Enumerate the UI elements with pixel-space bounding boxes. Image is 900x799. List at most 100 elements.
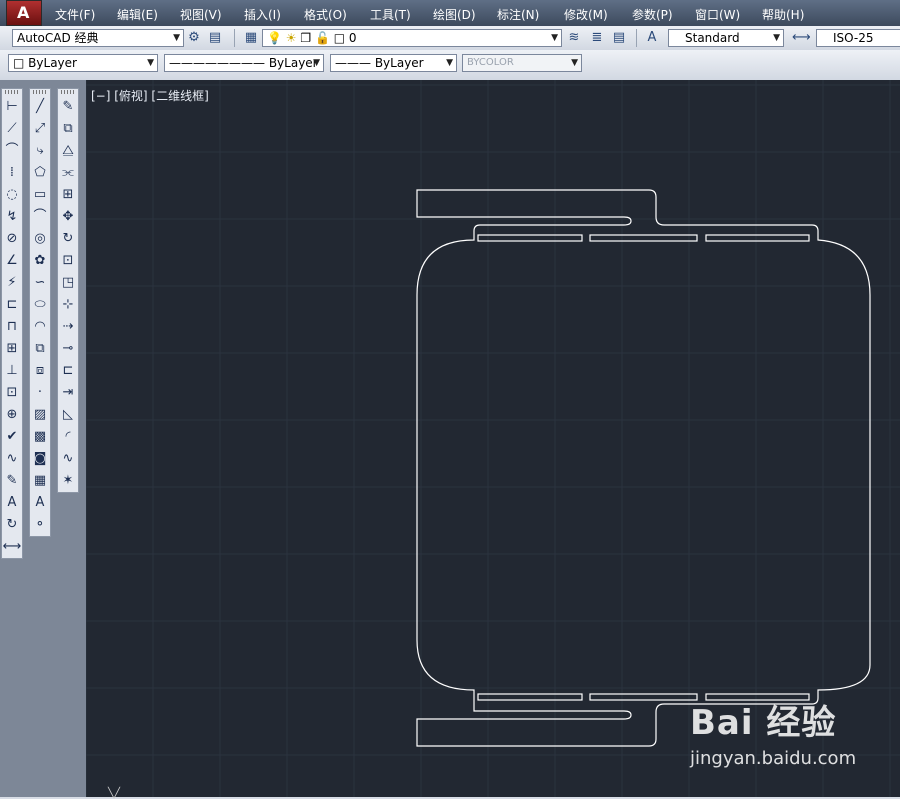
spline-icon[interactable]: ∽ [30, 272, 50, 294]
dimension-edit-icon[interactable]: ✎ [2, 470, 22, 492]
explode-icon[interactable]: ✶ [58, 470, 78, 492]
color-select[interactable]: □ ByLayer ▼ [8, 54, 158, 72]
inspection-icon[interactable]: ✔ [2, 426, 22, 448]
point-icon[interactable]: · [30, 382, 50, 404]
dimension-style-icon[interactable]: ⟷ [2, 536, 22, 558]
arc-length-icon[interactable]: ⌒ [2, 140, 22, 162]
mirror-icon[interactable]: ⧋ [58, 140, 78, 162]
gradient-icon[interactable]: ▩ [30, 426, 50, 448]
menu-format[interactable]: 格式(O) [304, 6, 347, 23]
polygon-icon[interactable]: ⬠ [30, 162, 50, 184]
aligned-dimension-icon[interactable]: ⟋ [2, 118, 22, 140]
offset-icon[interactable]: ⫘ [58, 162, 78, 184]
jogged-dimension-icon[interactable]: ↯ [2, 206, 22, 228]
angular-dimension-icon[interactable]: ∠ [2, 250, 22, 272]
move-icon[interactable]: ✥ [58, 206, 78, 228]
region-icon[interactable]: ◙ [30, 448, 50, 470]
workspace-toggle-icon[interactable]: ▤ [207, 30, 223, 46]
baidu-watermark: Bai 经验 jingyan.baidu.com [690, 695, 856, 769]
array-icon[interactable]: ⊞ [58, 184, 78, 206]
multiline-text-icon[interactable]: A [30, 492, 50, 514]
break-at-point-icon[interactable]: ⊸ [58, 338, 78, 360]
jogged-linear-icon[interactable]: ∿ [2, 448, 22, 470]
menu-view[interactable]: 视图(V) [180, 6, 222, 23]
revision-cloud-icon[interactable]: ✿ [30, 250, 50, 272]
drawing-canvas[interactable] [86, 80, 900, 797]
menu-parametric[interactable]: 参数(P) [632, 6, 673, 23]
copy-icon[interactable]: ⧉ [58, 118, 78, 140]
chamfer-icon[interactable]: ◺ [58, 404, 78, 426]
viewport-controls-label[interactable]: [−] [俯视] [二维线框] [91, 87, 209, 104]
workspace-select[interactable]: AutoCAD 经典 ▼ [12, 29, 184, 47]
polyline-icon[interactable]: ⤷ [30, 140, 50, 162]
center-mark-icon[interactable]: ⊕ [2, 404, 22, 426]
menu-draw[interactable]: 绘图(D) [433, 6, 476, 23]
menu-dimension[interactable]: 标注(N) [497, 6, 539, 23]
sun-icon: ☀ [285, 31, 297, 45]
construction-line-icon[interactable]: ⤢ [30, 118, 50, 140]
text-style-icon[interactable]: A [644, 30, 660, 46]
scale-icon[interactable]: ⊡ [58, 250, 78, 272]
layer-previous-icon[interactable]: ≣ [589, 30, 605, 46]
menu-tools[interactable]: 工具(T) [370, 6, 411, 23]
drawing-viewport[interactable]: [−] [俯视] [二维线框] [86, 80, 900, 797]
circle-icon[interactable]: ◎ [30, 228, 50, 250]
linetype-select[interactable]: ———————— ByLayer ▼ [164, 54, 324, 72]
toolbar-grip[interactable] [33, 90, 47, 94]
menu-insert[interactable]: 插入(I) [244, 6, 281, 23]
dim-style-value: ISO-25 [833, 31, 874, 45]
insert-block-icon[interactable]: ⧉ [30, 338, 50, 360]
ordinate-dimension-icon[interactable]: ⁞ [2, 162, 22, 184]
tolerance-icon[interactable]: ⊡ [2, 382, 22, 404]
quick-dimension-icon[interactable]: ⚡ [2, 272, 22, 294]
dimension-text-edit-icon[interactable]: A [2, 492, 22, 514]
hatch-icon[interactable]: ▨ [30, 404, 50, 426]
slot-bottom-1 [477, 693, 583, 701]
erase-icon[interactable]: ✎ [58, 96, 78, 118]
line-icon[interactable]: ╱ [30, 96, 50, 118]
add-selected-icon[interactable]: ⚬ [30, 514, 50, 536]
menu-window[interactable]: 窗口(W) [695, 6, 740, 23]
radius-dimension-icon[interactable]: ◌ [2, 184, 22, 206]
layer-select[interactable]: 💡 ☀ ❐ 🔓 □ 0 ▼ [262, 29, 562, 47]
layer-properties-icon[interactable]: ▦ [243, 30, 259, 46]
layer-color-swatch: □ [333, 31, 346, 45]
text-style-select[interactable]: Standard ▼ [668, 29, 784, 47]
table-icon[interactable]: ▦ [30, 470, 50, 492]
dimension-space-icon[interactable]: ⊞ [2, 338, 22, 360]
toolbar-grip[interactable] [5, 90, 19, 94]
continue-dimension-icon[interactable]: ⊓ [2, 316, 22, 338]
menu-edit[interactable]: 编辑(E) [117, 6, 158, 23]
stretch-icon[interactable]: ◳ [58, 272, 78, 294]
workspace-settings-icon[interactable]: ⚙ [186, 30, 202, 46]
layer-state-icon[interactable]: ▤ [611, 30, 627, 46]
fillet-icon[interactable]: ◜ [58, 426, 78, 448]
ellipse-icon[interactable]: ⬭ [30, 294, 50, 316]
baseline-dimension-icon[interactable]: ⊏ [2, 294, 22, 316]
dim-style-select[interactable]: ISO-25 [816, 29, 900, 47]
make-block-icon[interactable]: ⧈ [30, 360, 50, 382]
rotate-icon[interactable]: ↻ [58, 228, 78, 250]
menu-modify[interactable]: 修改(M) [564, 6, 608, 23]
dim-style-icon[interactable]: ⟷ [792, 30, 811, 46]
menu-file[interactable]: 文件(F) [55, 6, 95, 23]
blend-curves-icon[interactable]: ∿ [58, 448, 78, 470]
arc-icon[interactable]: ⌒ [30, 206, 50, 228]
join-icon[interactable]: ⇥ [58, 382, 78, 404]
chevron-down-icon: ▼ [551, 33, 558, 43]
app-menu-button[interactable]: A [6, 0, 42, 26]
dimension-update-icon[interactable]: ↻ [2, 514, 22, 536]
toolbar-grip[interactable] [61, 90, 75, 94]
rectangle-icon[interactable]: ▭ [30, 184, 50, 206]
linear-dimension-icon[interactable]: ⊢ [2, 96, 22, 118]
ellipse-arc-icon[interactable]: ◠ [30, 316, 50, 338]
break-icon[interactable]: ⊏ [58, 360, 78, 382]
make-current-layer-icon[interactable]: ≋ [566, 30, 582, 46]
lineweight-select[interactable]: ——— ByLayer ▼ [330, 54, 457, 72]
extend-icon[interactable]: ⇢ [58, 316, 78, 338]
menu-help[interactable]: 帮助(H) [762, 6, 804, 23]
text-style-value: Standard [685, 31, 740, 45]
dimension-break-icon[interactable]: ⊥ [2, 360, 22, 382]
trim-icon[interactable]: ⊹ [58, 294, 78, 316]
diameter-dimension-icon[interactable]: ⊘ [2, 228, 22, 250]
